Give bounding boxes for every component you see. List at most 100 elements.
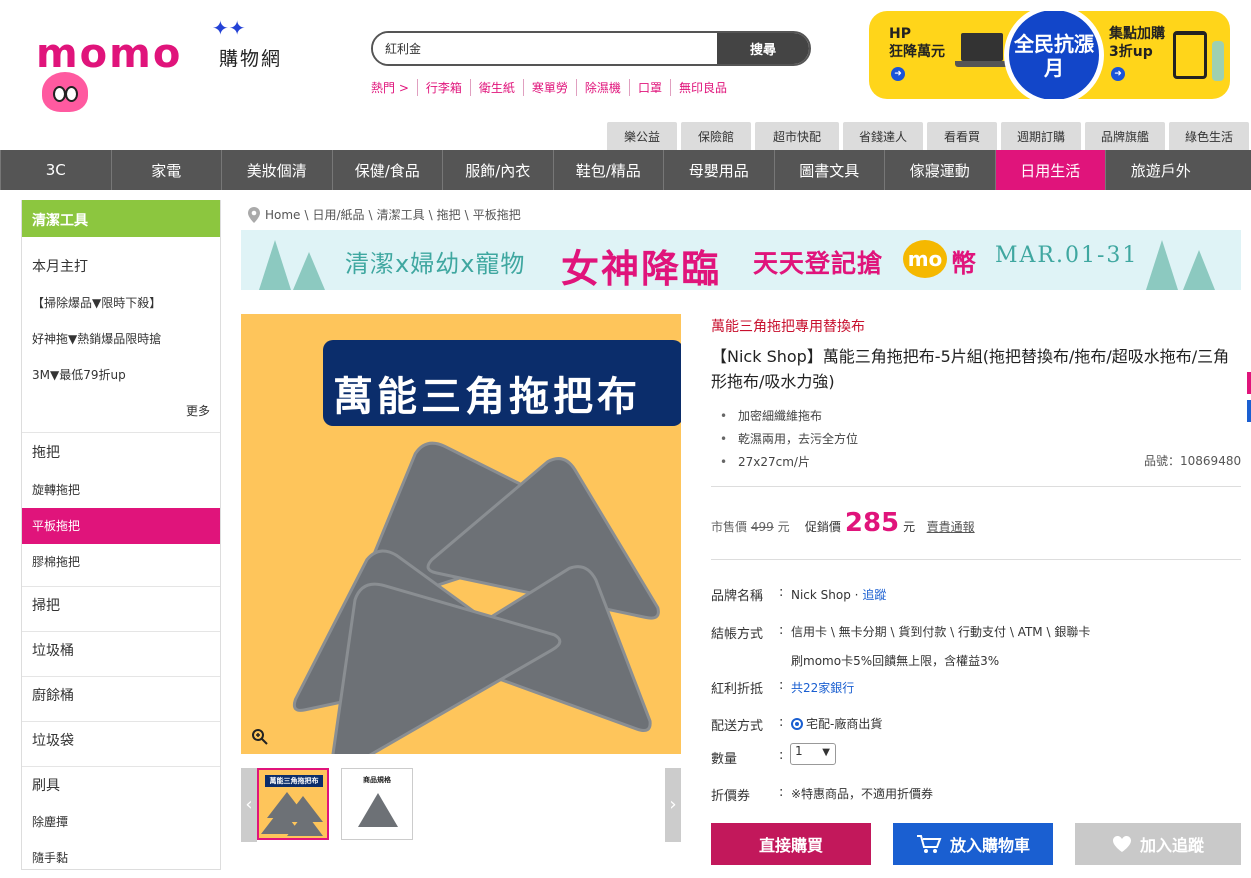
market-price-label: 市售價 [711,520,748,534]
top-tab[interactable]: 省錢達人 [843,122,923,150]
hot-link[interactable]: 寒單勞 [522,79,576,96]
sale-price-label: 促銷價 [804,520,841,534]
colon: : [779,715,784,730]
sidebar-heading[interactable]: 垃圾桶 [22,631,220,676]
promo-banner[interactable]: HP 狂降萬元 ➜ 全民抗漲月 集點加購 3折up ➜ [869,11,1230,99]
product-subtitle: 萬能三角拖把專用替換布 [711,319,865,335]
brand-name-link[interactable]: Nick Shop [791,588,851,602]
event-banner[interactable]: 清潔x婦幼x寵物 女神降臨 天天登記搶 mo 幣 MAR.01-31 [241,230,1241,290]
tree-icon [1183,250,1215,290]
event-coin-text: 幣 [951,249,978,278]
bottle-icon [1212,41,1224,81]
sidebar-heading[interactable]: 掃把 [22,586,220,631]
hot-link[interactable]: 口罩 [628,79,670,96]
nav-item-9[interactable]: 日用生活 [994,150,1105,190]
add-to-wishlist-button[interactable]: 加入追蹤 [1075,823,1241,865]
product-main-image[interactable]: 萬能三角拖把布 [241,314,681,754]
sku-value: 10869480 [1180,454,1242,468]
currency: 元 [777,520,790,534]
hot-link[interactable]: 行李箱 [416,79,470,96]
hot-links-label: 熱門 > [371,81,409,95]
quantity-label: 數量 [711,752,738,767]
bullet-item: 加密細纖維拖布 [720,405,858,428]
buy-now-button[interactable]: 直接購買 [711,823,871,865]
top-tab[interactable]: 樂公益 [607,122,677,150]
nav-item-1[interactable]: 家電 [110,150,222,190]
momo-logo[interactable]: momo ✦✦ 購物網 [36,16,296,112]
bonus-banks-link[interactable]: 共22家銀行 [791,679,854,696]
sidebar-item-active[interactable]: 平板拖把 [22,508,220,544]
quantity-select[interactable]: 1 ▼ [790,743,836,765]
nav-item-7[interactable]: 圖書文具 [773,150,885,190]
sidebar-heading[interactable]: 廚餘桶 [22,676,220,721]
event-date: MAR.01-31 [995,243,1139,268]
nav-item-10[interactable]: 旅遊戶外 [1105,150,1216,190]
top-tab[interactable]: 綠色生活 [1169,122,1249,150]
logo-wordmark: momo [36,31,183,77]
hot-link[interactable]: 衛生紙 [469,79,523,96]
top-tab[interactable]: 週期訂購 [1001,122,1081,150]
add-to-cart-button[interactable]: 放入購物車 [893,823,1053,865]
hot-link[interactable]: 無印良品 [669,79,735,96]
breadcrumb-link[interactable]: 清潔工具 [377,206,425,223]
side-marker [1247,372,1251,394]
sidebar-heading[interactable]: 拖把 [22,432,220,472]
promo-left: HP 狂降萬元 [889,26,945,60]
hot-links: 熱門 > 行李箱 衛生紙 寒單勞 除濕機 口罩 無印良品 [371,79,735,96]
sidebar-heading[interactable]: 本月主打 [22,237,220,285]
nav-item-3[interactable]: 保健/食品 [331,150,443,190]
sidebar-item[interactable]: 膠棉拖把 [22,544,220,580]
sidebar-promo[interactable]: 好神拖▼熱銷爆品限時搶 [22,321,220,357]
breadcrumb-link[interactable]: Home [265,208,300,222]
follow-brand-link[interactable]: 追蹤 [862,588,886,602]
breadcrumb-link[interactable]: 日用/紙品 [312,206,364,223]
top-tab[interactable]: 看看買 [927,122,997,150]
sidebar-item[interactable]: 旋轉拖把 [22,472,220,508]
bullet-item: 27x27cm/片 [720,451,858,474]
search-input[interactable] [373,33,717,64]
sidebar-item[interactable]: 隨手黏 [22,838,220,874]
event-headline: 女神降臨 [561,247,722,290]
market-price: 499 [750,520,774,534]
search-button[interactable]: 搜尋 [717,33,809,64]
sidebar-more-link[interactable]: 更多 [22,393,220,429]
product-title: 【Nick Shop】萬能三角拖把布-5片組(拖把替換布/拖布/超吸水拖布/三角… [711,347,1230,391]
breadcrumb-link[interactable]: 拖把 [437,206,461,223]
radio-selected-icon[interactable] [791,718,803,730]
tote-bag-icon [1173,31,1207,79]
heart-icon [1112,836,1131,852]
event-subline: 天天登記搶 [753,249,884,278]
breadcrumb-link[interactable]: 平板拖把 [473,206,521,223]
thumbnail[interactable]: 萬能三角拖把布 [257,768,329,840]
nav-item-6[interactable]: 母嬰用品 [663,150,774,190]
tree-icon [293,252,325,290]
sidebar-item[interactable]: 除塵撢 [22,802,220,838]
sidebar-heading[interactable]: 垃圾袋 [22,721,220,766]
nav-item-4[interactable]: 服飾/內衣 [442,150,553,190]
nav-item-5[interactable]: 鞋包/精品 [552,150,664,190]
sidebar-promo[interactable]: 【掃除爆品▼限時下殺】 [22,285,220,321]
currency: 元 [903,520,916,534]
chevron-left-icon[interactable]: ‹ [241,768,257,842]
top-tab[interactable]: 品牌旗艦 [1085,122,1165,150]
price-row: 市售價 499 元 促銷價 285 元 賣貴通報 [711,508,975,538]
top-tab[interactable]: 超市快配 [755,122,839,150]
breadcrumb-separator: \ [368,207,373,222]
thumbnail[interactable]: 商品規格 [341,768,413,840]
main-nav: 3C 家電 美妝個清 保健/食品 服飾/內衣 鞋包/精品 母嬰用品 圖書文具 傢寢運動 日用生活旅… [0,150,1251,190]
zoom-icon[interactable] [251,728,269,746]
nav-item-8[interactable]: 傢寢運動 [884,150,995,190]
price-report-link[interactable]: 賣貴通報 [927,518,975,535]
sidebar-heading[interactable]: 刷具 [22,766,220,802]
top-tabs: 樂公益 保險館 超市快配 省錢達人 看看買 週期訂購 品牌旗艦 綠色生活 [607,122,1249,150]
shipping-option[interactable]: 宅配-廠商出貨 [791,715,882,732]
colon: : [779,623,784,638]
top-tab[interactable]: 保險館 [681,122,751,150]
sidebar-promo[interactable]: 3M▼最低79折up [22,357,220,393]
nav-item-0[interactable]: 3C [0,150,111,190]
hot-link[interactable]: 除濕機 [575,79,629,96]
tree-icon [259,240,291,290]
chevron-right-icon[interactable]: › [665,768,681,842]
nav-item-2[interactable]: 美妝個清 [221,150,332,190]
mo-coin-icon: mo [903,240,947,278]
